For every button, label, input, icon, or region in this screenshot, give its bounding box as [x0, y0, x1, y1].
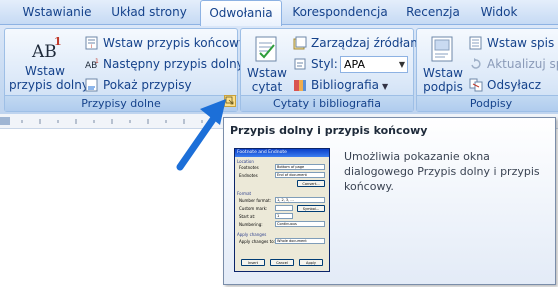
dialog-apply-button: Apply: [299, 259, 323, 266]
tab-mailings[interactable]: Korespondencja: [290, 2, 390, 22]
cross-reference-label: Odsyłacz: [487, 78, 542, 92]
dialog-apply-to-value: Whole document: [275, 238, 325, 244]
style-select[interactable]: APA ▼: [340, 56, 408, 73]
dialog-start-at-label: Start at:: [239, 214, 256, 219]
insert-citation-line2: cytat: [251, 80, 283, 94]
update-table-label: Aktualizuj spis: [487, 57, 558, 71]
dialog-symbol-button: Symbol...: [297, 205, 325, 212]
dialog-insert-button: Insert: [241, 259, 265, 266]
update-table-icon: [471, 58, 481, 69]
cross-reference-button[interactable]: Odsyłacz: [469, 75, 541, 95]
dialog-apply-to-label: Apply changes to:: [239, 239, 276, 244]
tab-view[interactable]: Widok: [474, 2, 524, 22]
style-select-value: APA: [344, 58, 365, 71]
tab-page-layout[interactable]: Układ strony: [106, 2, 192, 22]
insert-caption-icon: [431, 36, 453, 62]
dialog-endnotes-option: Endnotes: [239, 173, 258, 178]
dialog-numbering-value: Continuous: [275, 221, 325, 227]
svg-text:1: 1: [95, 58, 99, 65]
bibliography-button[interactable]: Bibliografia ▼: [293, 75, 388, 95]
dialog-custom-mark-label: Custom mark:: [239, 206, 268, 211]
dialog-preview-title: Footnote and Endnote: [235, 149, 329, 157]
footnote-ab1-icon: AB 1: [31, 35, 62, 62]
screen-tip: Przypis dolny i przypis końcowy Footnote…: [223, 117, 556, 285]
insert-caption-line2: podpis: [423, 80, 463, 94]
show-notes-button[interactable]: Pokaż przypisy: [85, 75, 192, 95]
group-captions-label: Podpisy: [417, 95, 558, 111]
show-notes-label: Pokaż przypisy: [103, 78, 192, 92]
table-of-figures-icon: [469, 36, 482, 50]
screen-tip-title: Przypis dolny i przypis końcowy: [230, 124, 428, 137]
tab-review[interactable]: Recenzja: [402, 2, 464, 22]
dialog-apply-changes-label: Apply changes: [237, 232, 267, 237]
insert-table-of-figures-label: Wstaw spis ilu: [487, 36, 558, 50]
dialog-start-at-value: 1: [275, 213, 293, 219]
cross-reference-icon: [469, 78, 483, 92]
style-control: Styl:: [293, 54, 338, 74]
tab-insert[interactable]: Wstawianie: [16, 2, 98, 22]
insert-footnote-line1: Wstaw: [25, 64, 65, 78]
dialog-custom-mark-field: [275, 205, 293, 211]
insert-caption-line1: Wstaw: [423, 66, 463, 80]
tab-references[interactable]: Odwołania: [200, 0, 282, 26]
manage-sources-icon: [293, 36, 307, 50]
dialog-location-label: Location: [237, 159, 254, 164]
svg-text:1: 1: [54, 35, 62, 48]
dialog-number-format-label: Number format:: [239, 198, 272, 203]
ribbon-tab-bar: Wstawianie Układ strony Odwołania Koresp…: [0, 0, 558, 26]
dialog-cancel-button: Cancel: [270, 259, 294, 266]
dialog-preview-image: Footnote and Endnote Location Footnotes …: [234, 148, 330, 272]
next-footnote-label: Następny przypis dolny: [103, 57, 244, 71]
dialog-endnotes-value: End of document: [275, 172, 325, 178]
dialog-number-format-value: 1, 2, 3, ...: [275, 197, 325, 203]
pointer-arrow-icon: [176, 99, 226, 171]
manage-sources-button[interactable]: Zarządzaj źródłami: [293, 33, 425, 53]
chevron-down-icon: ▼: [398, 60, 405, 69]
show-notes-icon: [85, 78, 98, 92]
bibliography-icon: [294, 80, 306, 91]
dialog-format-label: Format: [237, 191, 252, 196]
svg-text:AB: AB: [31, 42, 57, 61]
insert-footnote-line2: przypis dolny: [9, 78, 89, 92]
insert-citation-line1: Wstaw: [247, 66, 287, 80]
ribbon: AB 1 Wstaw przypis dolny i Wstaw przypis…: [0, 24, 558, 115]
svg-text:i: i: [91, 44, 92, 50]
insert-caption-button[interactable]: Wstaw podpis: [421, 35, 465, 94]
insert-table-of-figures-button[interactable]: Wstaw spis ilu: [469, 33, 558, 53]
insert-footnote-button[interactable]: AB 1 Wstaw przypis dolny: [9, 35, 89, 92]
update-table-button[interactable]: Aktualizuj spis: [469, 54, 558, 74]
dialog-footnotes-value: Bottom of page: [275, 164, 325, 170]
insert-endnote-label: Wstaw przypis końcowy: [103, 36, 247, 50]
group-captions: Wstaw podpis Wstaw spis ilu Aktualizuj s…: [416, 28, 558, 112]
chevron-down-icon: ▼: [382, 82, 389, 91]
style-label: Styl:: [311, 57, 338, 71]
dialog-footnotes-option: Footnotes: [239, 165, 259, 170]
group-citations: Wstaw cytat ▼ Zarządzaj źródłami Styl: AP…: [240, 28, 425, 112]
insert-endnote-button[interactable]: i Wstaw przypis końcowy: [85, 33, 246, 53]
endnote-icon: i: [85, 36, 98, 50]
dialog-numbering-label: Numbering:: [239, 222, 263, 227]
next-footnote-icon: AB 1: [85, 58, 99, 71]
insert-citation-icon: [255, 36, 277, 62]
style-icon: [294, 58, 306, 70]
bibliography-label: Bibliografia: [311, 78, 380, 92]
next-footnote-button[interactable]: AB 1 Następny przypis dolny▼: [85, 54, 253, 74]
group-citations-label: Cytaty i bibliografia: [241, 95, 413, 111]
screen-tip-description: Umożliwia pokazanie okna dialogowego Prz…: [344, 150, 540, 193]
manage-sources-label: Zarządzaj źródłami: [311, 36, 426, 50]
dialog-convert-button: Convert...: [297, 180, 325, 187]
